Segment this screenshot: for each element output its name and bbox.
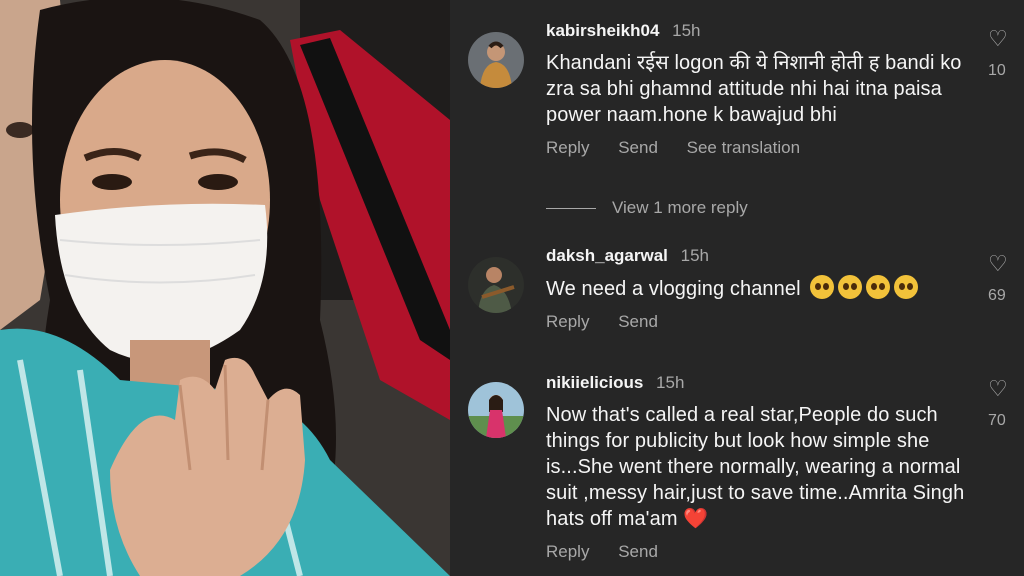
comment-username[interactable]: nikiielicious [546,373,643,392]
red-heart-emoji: ❤️ [683,508,709,530]
send-button[interactable]: Send [618,138,658,157]
heart-icon[interactable]: ♡ [988,253,1024,275]
view-more-label: View 1 more reply [612,198,748,217]
like-count: 69 [988,287,1006,304]
avatar-guitarist-icon[interactable] [468,257,524,313]
send-button[interactable]: Send [618,542,658,561]
reply-button[interactable]: Reply [546,542,589,561]
comment-text: Now that's called a real star,People do … [546,402,984,532]
comment-body: kabirsheikh04 15h Khandani रईस logon की … [546,20,984,158]
comment-text: Khandani रईस logon की ये निशानी होती ह b… [546,52,962,126]
pleading-face-icon [810,275,835,299]
comments-panel: kabirsheikh04 15h Khandani रईस logon की … [450,0,1024,576]
comment-text-content: We need a vlogging channel [546,278,801,300]
like-control: ♡ 70 [988,378,1024,430]
selfie-image [0,0,450,576]
comment-text: We need a vlogging channel [546,275,984,302]
like-control: ♡ 69 [988,253,1024,305]
post-photo [0,0,450,576]
reply-button[interactable]: Reply [546,138,589,157]
see-translation-button[interactable]: See translation [687,138,800,157]
reply-button[interactable]: Reply [546,312,589,331]
comment-body: daksh_agarwal 15h We need a vlogging cha… [546,245,984,332]
heart-icon[interactable]: ♡ [988,378,1024,400]
comment-time: 15h [672,21,701,40]
comment-actions: Reply Send [546,542,984,562]
avatar-man-icon[interactable] [468,32,524,88]
comment-time: 15h [656,373,685,392]
like-count: 70 [988,412,1006,429]
comment-text-content: Now that's called a real star,People do … [546,404,965,530]
send-button[interactable]: Send [618,312,658,331]
avatar-woman-icon[interactable] [468,382,524,438]
like-count: 10 [988,62,1006,79]
comment-actions: Reply Send See translation [546,138,984,158]
like-control: ♡ 10 [988,28,1024,80]
heart-icon[interactable]: ♡ [988,28,1024,50]
view-more-replies-button[interactable]: View 1 more reply [546,198,748,218]
comment-username[interactable]: daksh_agarwal [546,246,668,265]
divider [546,207,596,209]
comment-username[interactable]: kabirsheikh04 [546,21,659,40]
comment-time: 15h [680,246,710,265]
comment-body: nikiielicious 15h Now that's called a re… [546,372,984,562]
pleading-face-icon [866,275,891,299]
comment-actions: Reply Send [546,312,984,332]
pleading-face-icon [838,275,863,299]
pleading-face-icon [894,275,919,299]
